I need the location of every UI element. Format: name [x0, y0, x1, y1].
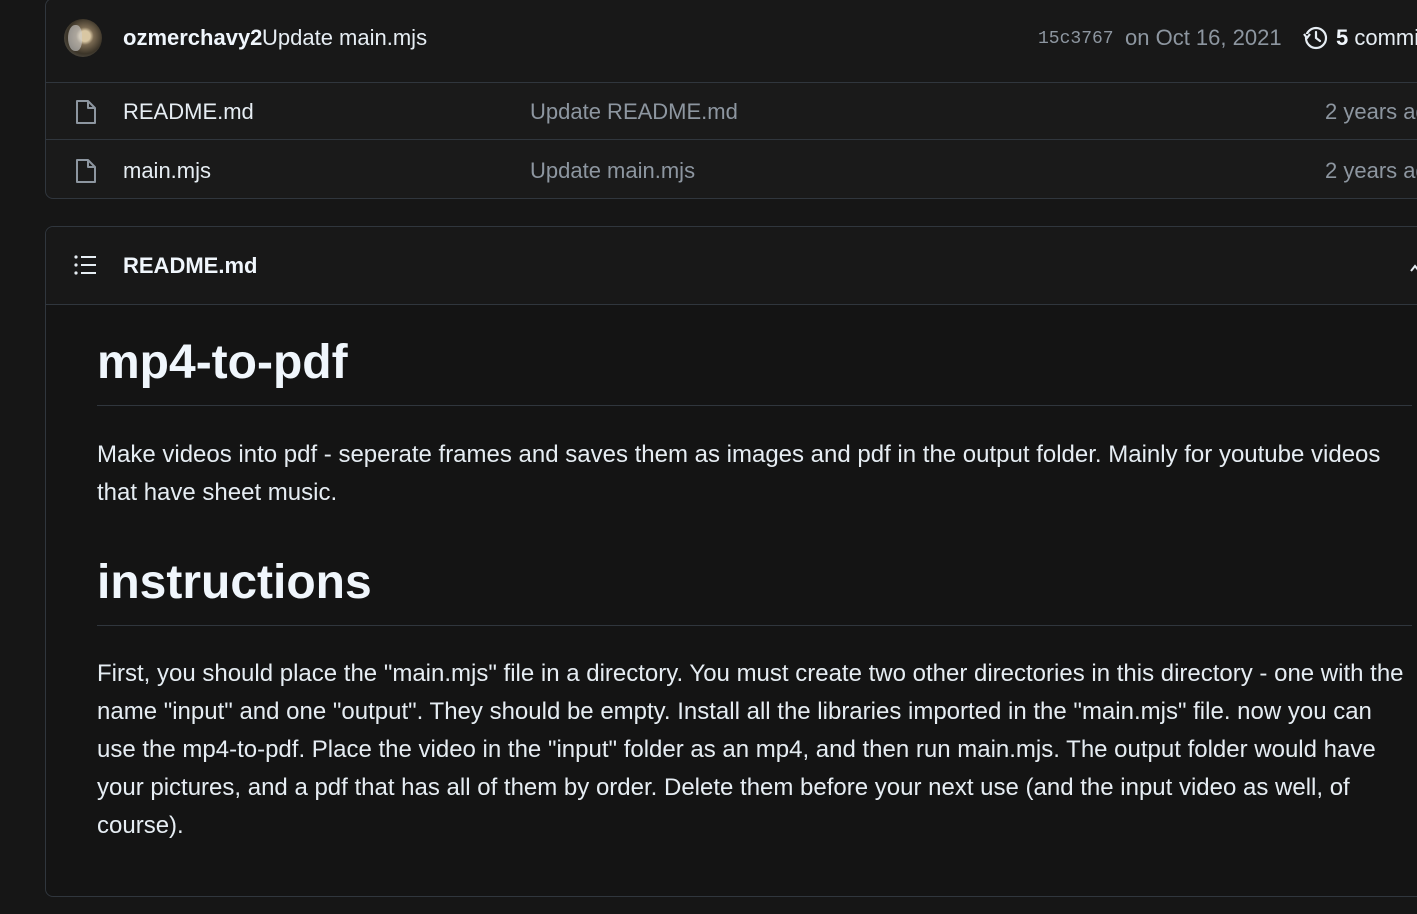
instructions-heading: instructions — [97, 555, 1412, 626]
file-commit-link[interactable]: Update main.mjs — [530, 158, 695, 184]
file-browser: ozmerchavy2 Update main.mjs 15c3767 on O… — [45, 0, 1417, 199]
readme-header: README.md — [46, 227, 1417, 305]
commit-author-link[interactable]: ozmerchavy2 — [123, 25, 262, 51]
file-age: 2 years ag — [1325, 158, 1417, 183]
readme-panel: README.md mp4-to-pdf Make videos into pd… — [45, 226, 1417, 897]
file-row[interactable]: main.mjs Update main.mjs 2 years ag — [46, 141, 1417, 199]
file-name-link[interactable]: README.md — [123, 99, 254, 125]
readme-intro: Make videos into pdf - seperate frames a… — [97, 441, 1381, 506]
commit-date: on Oct 16, 2021 — [1125, 25, 1282, 50]
readme-heading: mp4-to-pdf — [97, 335, 1412, 406]
commit-sha-link[interactable]: 15c3767 — [1038, 29, 1114, 49]
readme-title-link[interactable]: README.md — [123, 253, 257, 279]
list-unordered-icon[interactable] — [73, 254, 97, 276]
file-icon — [76, 159, 96, 183]
file-row[interactable]: README.md Update README.md 2 years ag — [46, 82, 1417, 140]
file-commit-link[interactable]: Update README.md — [530, 99, 738, 125]
commit-message-link[interactable]: Update main.mjs — [262, 25, 427, 51]
file-name-link[interactable]: main.mjs — [123, 158, 211, 184]
file-icon — [76, 100, 96, 124]
chevron-up-icon[interactable] — [1410, 263, 1417, 273]
commit-count-label: commi — [1354, 25, 1417, 50]
repo-page: ozmerchavy2 Update main.mjs 15c3767 on O… — [0, 0, 1417, 914]
commit-count: 5 — [1336, 25, 1349, 50]
latest-commit-bar: ozmerchavy2 Update main.mjs 15c3767 on O… — [46, 0, 1417, 83]
avatar[interactable] — [64, 19, 102, 57]
file-age: 2 years ag — [1325, 99, 1417, 124]
instructions-text: First, you should place the "main.mjs" f… — [97, 660, 1404, 839]
commit-history-link[interactable]: 5 commi — [1336, 25, 1417, 51]
history-icon[interactable] — [1302, 25, 1328, 51]
